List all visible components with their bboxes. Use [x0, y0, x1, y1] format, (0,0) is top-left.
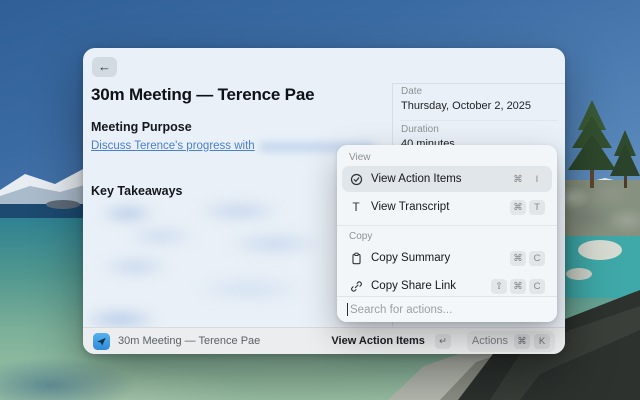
i-key-badge: I [529, 171, 545, 187]
purpose-link[interactable]: Discuss Terence's progress with [91, 140, 255, 152]
statusbar-meeting-title: 30m Meeting — Terence Pae [118, 335, 261, 347]
date-label: Date [401, 86, 423, 97]
action-search-field[interactable] [337, 296, 557, 322]
palette-item-label: View Action Items [371, 173, 462, 185]
action-search-input[interactable] [350, 303, 530, 316]
cmd-key-badge: ⌘ [514, 333, 530, 349]
c-key-badge: C [529, 278, 545, 294]
back-arrow-icon: ← [98, 59, 111, 74]
back-button[interactable]: ← [92, 57, 117, 77]
panel-row-divider [400, 120, 557, 121]
page-title: 30m Meeting — Terence Pae [91, 85, 315, 104]
cmd-key-badge: ⌘ [510, 171, 526, 187]
t-key-badge: T [529, 199, 545, 215]
palette-divider [337, 225, 557, 226]
palette-item-view-transcript[interactable]: T View Transcript ⌘ T [342, 194, 552, 220]
return-key-badge: ↵ [434, 333, 451, 349]
clipboard-icon [349, 251, 363, 265]
k-key-badge: K [534, 333, 550, 349]
status-bar: 30m Meeting — Terence Pae View Action It… [83, 327, 565, 354]
palette-item-label: Copy Share Link [371, 280, 457, 292]
panel-divider-top [392, 83, 565, 84]
palette-item-view-action-items[interactable]: View Action Items ⌘ I [342, 166, 552, 192]
cmd-key-badge: ⌘ [510, 278, 526, 294]
palette-section-copy: Copy [349, 231, 373, 242]
cmd-key-badge: ⌘ [510, 199, 526, 215]
redacted-notes-content [89, 201, 347, 327]
check-circle-icon [349, 172, 363, 186]
section-heading-key-takeaways: Key Takeaways [91, 184, 183, 198]
desktop: ← 30m Meeting — Terence Pae Meeting Purp… [0, 0, 640, 400]
wallpaper-white-rock [578, 240, 622, 260]
duration-label: Duration [401, 124, 439, 135]
palette-section-view: View [349, 152, 371, 163]
app-icon [93, 332, 110, 350]
command-palette: View View Action Items ⌘ I T View Transcr… [337, 145, 557, 322]
primary-action-label[interactable]: View Action Items [331, 335, 425, 347]
transcript-icon: T [352, 200, 360, 214]
c-key-badge: C [529, 250, 545, 266]
shift-key-badge: ⇧ [491, 278, 507, 294]
wallpaper-rock-small [46, 200, 80, 209]
link-icon [349, 279, 363, 293]
palette-item-label: Copy Summary [371, 252, 451, 264]
date-value: Thursday, October 2, 2025 [401, 100, 532, 112]
actions-menu-button[interactable]: Actions ⌘ K [466, 330, 555, 352]
text-caret [347, 303, 348, 316]
palette-item-copy-summary[interactable]: Copy Summary ⌘ C [342, 245, 552, 271]
cmd-key-badge: ⌘ [510, 250, 526, 266]
pine-trees [568, 100, 640, 188]
palette-item-label: View Transcript [371, 201, 450, 213]
actions-label: Actions [471, 335, 508, 347]
wallpaper-white-rock-2 [566, 268, 592, 280]
section-heading-meeting-purpose: Meeting Purpose [91, 120, 192, 134]
